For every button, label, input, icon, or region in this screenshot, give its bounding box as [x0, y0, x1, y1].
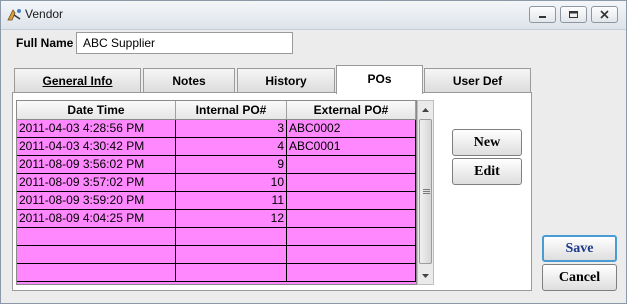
table-scrollbar[interactable]: [417, 100, 434, 285]
cell-date-time: [17, 228, 176, 245]
table-row[interactable]: [17, 246, 416, 264]
close-icon: [600, 10, 609, 19]
cell-date-time: 2011-04-03 4:30:42 PM: [17, 138, 176, 155]
close-button[interactable]: [591, 6, 618, 23]
cell-external-po: [287, 192, 416, 209]
cell-external-po: [287, 228, 416, 245]
vendor-app-icon: [6, 7, 22, 23]
tab-label: History: [265, 74, 307, 88]
cell-external-po: ABC0001: [287, 138, 416, 155]
cell-internal-po: [176, 228, 287, 245]
cell-date-time: [17, 264, 176, 281]
cell-date-time: [17, 246, 176, 263]
tab-label: User Def: [452, 74, 503, 88]
maximize-icon: [569, 11, 578, 18]
tab-user-def[interactable]: User Def: [424, 68, 531, 92]
new-button[interactable]: New: [452, 129, 522, 156]
cancel-button[interactable]: Cancel: [542, 264, 617, 291]
grip-line: [423, 193, 430, 194]
cell-external-po: [287, 210, 416, 227]
vendor-window: Vendor Full Name General Info Notes Hist…: [0, 0, 627, 304]
pos-table: Date Time Internal PO# External PO# 2011…: [16, 100, 417, 285]
scrollbar-thumb[interactable]: [419, 119, 432, 264]
cell-internal-po: [176, 246, 287, 263]
cell-external-po: [287, 156, 416, 173]
cell-external-po: [287, 174, 416, 191]
grip-line: [423, 189, 430, 190]
column-header-external-po[interactable]: External PO#: [287, 101, 416, 119]
save-button[interactable]: Save: [542, 235, 617, 262]
cell-internal-po: [176, 264, 287, 281]
table-row[interactable]: 2011-04-03 4:30:42 PM 4 ABC0001: [17, 138, 416, 156]
tab-notes[interactable]: Notes: [143, 68, 235, 92]
table-row[interactable]: 2011-08-09 3:56:02 PM 9: [17, 156, 416, 174]
cell-date-time: 2011-08-09 4:04:25 PM: [17, 210, 176, 227]
column-header-date-time[interactable]: Date Time: [17, 101, 176, 119]
grip-line: [423, 191, 430, 192]
cell-date-time: 2011-08-09 3:59:20 PM: [17, 192, 176, 209]
table-row[interactable]: 2011-08-09 3:57:02 PM 10: [17, 174, 416, 192]
cell-date-time: 2011-08-09 3:57:02 PM: [17, 174, 176, 191]
cell-external-po: [287, 246, 416, 263]
cell-internal-po: 9: [176, 156, 287, 173]
column-header-internal-po[interactable]: Internal PO#: [176, 101, 287, 119]
cell-external-po: [287, 264, 416, 281]
minimize-icon: [539, 16, 546, 18]
tab-label: POs: [367, 72, 392, 86]
title-bar[interactable]: Vendor: [1, 1, 626, 30]
full-name-label: Full Name: [16, 36, 74, 50]
table-row[interactable]: 2011-08-09 4:04:25 PM 12: [17, 210, 416, 228]
table-row[interactable]: [17, 228, 416, 246]
tab-pos[interactable]: POs: [336, 65, 423, 94]
tab-general-info[interactable]: General Info: [14, 68, 141, 92]
scroll-down-arrow-icon[interactable]: [418, 268, 433, 284]
tab-label: Notes: [172, 74, 206, 88]
cell-internal-po: 3: [176, 120, 287, 137]
edit-button[interactable]: Edit: [452, 158, 522, 185]
table-header: Date Time Internal PO# External PO#: [17, 101, 416, 120]
cell-external-po: ABC0002: [287, 120, 416, 137]
minimize-button[interactable]: [529, 6, 556, 23]
table-row[interactable]: [17, 264, 416, 282]
cell-internal-po: 11: [176, 192, 287, 209]
tab-label: General Info: [42, 74, 113, 88]
cell-internal-po: 4: [176, 138, 287, 155]
cell-date-time: 2011-04-03 4:28:56 PM: [17, 120, 176, 137]
cell-date-time: 2011-08-09 3:56:02 PM: [17, 156, 176, 173]
full-name-input[interactable]: [76, 32, 293, 54]
scroll-up-arrow-icon[interactable]: [418, 102, 433, 118]
table-row[interactable]: 2011-04-03 4:28:56 PM 3 ABC0002: [17, 120, 416, 138]
table-row[interactable]: 2011-08-09 3:59:20 PM 11: [17, 192, 416, 210]
cell-internal-po: 10: [176, 174, 287, 191]
tab-history[interactable]: History: [237, 68, 335, 92]
maximize-button[interactable]: [560, 6, 587, 23]
window-title: Vendor: [25, 7, 64, 21]
cell-internal-po: 12: [176, 210, 287, 227]
